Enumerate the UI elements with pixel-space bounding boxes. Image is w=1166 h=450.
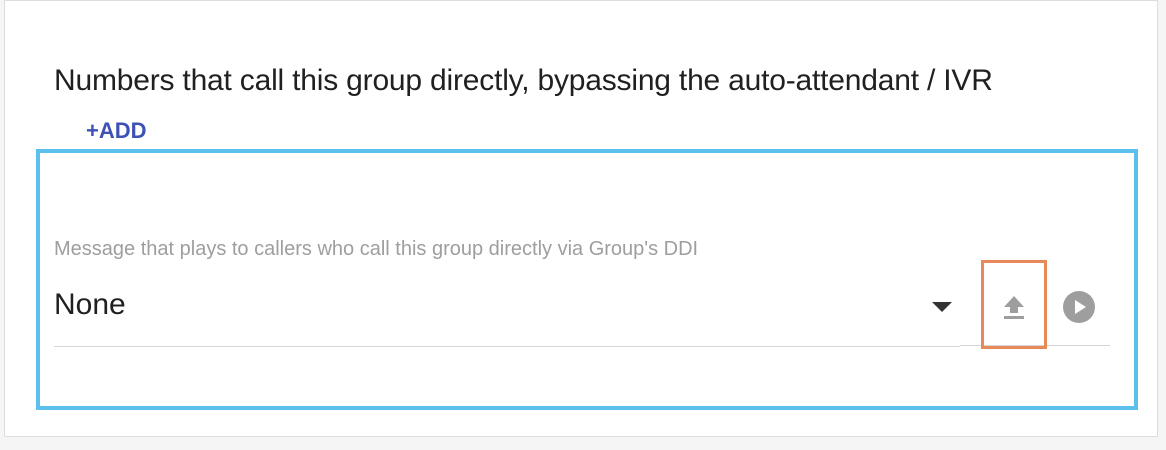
message-field-label: Message that plays to callers who call t… (54, 238, 699, 260)
message-select-value: None (54, 288, 126, 321)
add-number-button[interactable]: +ADD (86, 118, 147, 144)
section-title: Numbers that call this group directly, b… (54, 64, 993, 97)
chevron-down-icon (932, 302, 952, 312)
message-select[interactable]: None (54, 280, 960, 347)
upload-icon[interactable] (998, 290, 1030, 322)
play-icon[interactable] (1062, 290, 1096, 324)
